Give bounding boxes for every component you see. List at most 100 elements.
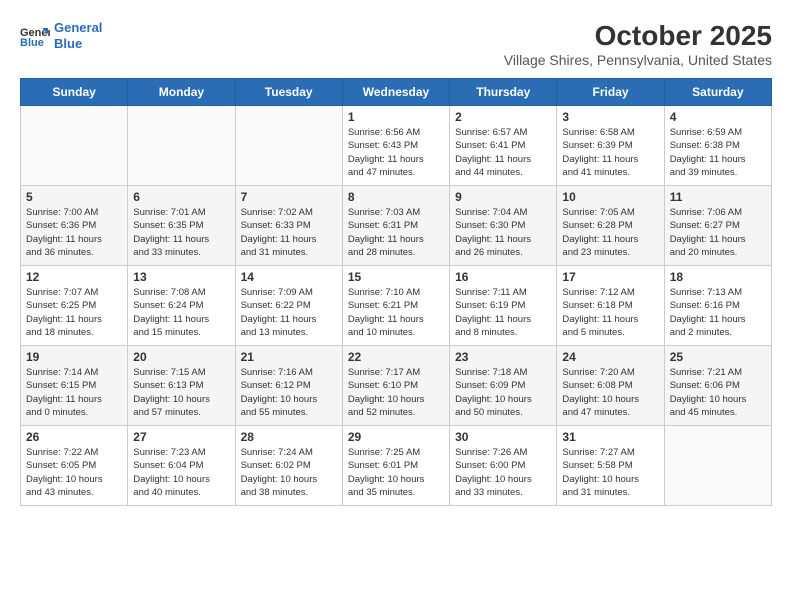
calendar-cell: 29 Sunrise: 7:25 AMSunset: 6:01 PMDayligh…	[342, 426, 449, 506]
calendar-cell	[128, 106, 235, 186]
day-info: Sunrise: 6:59 AMSunset: 6:38 PMDaylight:…	[670, 126, 766, 179]
calendar-cell: 4 Sunrise: 6:59 AMSunset: 6:38 PMDaylight…	[664, 106, 771, 186]
day-info: Sunrise: 7:02 AMSunset: 6:33 PMDaylight:…	[241, 206, 337, 259]
day-info: Sunrise: 7:18 AMSunset: 6:09 PMDaylight:…	[455, 366, 551, 419]
day-number: 20	[133, 350, 229, 364]
weekday-header-tuesday: Tuesday	[235, 79, 342, 106]
calendar-cell: 18Sunrise: 7:13 AMSunset: 6:16 PMDayligh…	[664, 266, 771, 346]
calendar-cell: 5 Sunrise: 7:00 AMSunset: 6:36 PMDaylight…	[21, 186, 128, 266]
day-info: Sunrise: 7:10 AMSunset: 6:21 PMDaylight:…	[348, 286, 444, 339]
day-info: Sunrise: 7:05 AMSunset: 6:28 PMDaylight:…	[562, 206, 658, 259]
day-info: Sunrise: 7:01 AMSunset: 6:35 PMDaylight:…	[133, 206, 229, 259]
day-number: 21	[241, 350, 337, 364]
day-info: Sunrise: 7:04 AMSunset: 6:30 PMDaylight:…	[455, 206, 551, 259]
week-row-1: 1Sunrise: 6:56 AMSunset: 6:43 PMDaylight…	[21, 106, 772, 186]
day-info: Sunrise: 7:20 AMSunset: 6:08 PMDaylight:…	[562, 366, 658, 419]
calendar-cell: 15 Sunrise: 7:10 AMSunset: 6:21 PMDayligh…	[342, 266, 449, 346]
day-number: 29	[348, 430, 444, 444]
day-info: Sunrise: 7:08 AMSunset: 6:24 PMDaylight:…	[133, 286, 229, 339]
day-number: 25	[670, 350, 766, 364]
calendar-cell: 11 Sunrise: 7:06 AMSunset: 6:27 PMDayligh…	[664, 186, 771, 266]
weekday-header-thursday: Thursday	[450, 79, 557, 106]
calendar-cell: 8Sunrise: 7:03 AMSunset: 6:31 PMDaylight…	[342, 186, 449, 266]
day-info: Sunrise: 7:07 AMSunset: 6:25 PMDaylight:…	[26, 286, 122, 339]
week-row-2: 5 Sunrise: 7:00 AMSunset: 6:36 PMDaylight…	[21, 186, 772, 266]
day-number: 9	[455, 190, 551, 204]
calendar-cell: 14Sunrise: 7:09 AMSunset: 6:22 PMDayligh…	[235, 266, 342, 346]
day-number: 12	[26, 270, 122, 284]
calendar-cell: 2 Sunrise: 6:57 AMSunset: 6:41 PMDaylight…	[450, 106, 557, 186]
calendar-cell: 24 Sunrise: 7:20 AMSunset: 6:08 PMDayligh…	[557, 346, 664, 426]
day-number: 3	[562, 110, 658, 124]
day-number: 26	[26, 430, 122, 444]
day-number: 22	[348, 350, 444, 364]
day-number: 19	[26, 350, 122, 364]
day-number: 5	[26, 190, 122, 204]
calendar-cell	[235, 106, 342, 186]
day-number: 15	[348, 270, 444, 284]
calendar-cell: 13 Sunrise: 7:08 AMSunset: 6:24 PMDayligh…	[128, 266, 235, 346]
day-number: 28	[241, 430, 337, 444]
weekday-header-sunday: Sunday	[21, 79, 128, 106]
day-info: Sunrise: 7:12 AMSunset: 6:18 PMDaylight:…	[562, 286, 658, 339]
day-info: Sunrise: 7:00 AMSunset: 6:36 PMDaylight:…	[26, 206, 122, 259]
day-number: 23	[455, 350, 551, 364]
day-number: 11	[670, 190, 766, 204]
calendar-cell: 10 Sunrise: 7:05 AMSunset: 6:28 PMDayligh…	[557, 186, 664, 266]
day-number: 6	[133, 190, 229, 204]
calendar-cell: 28 Sunrise: 7:24 AMSunset: 6:02 PMDayligh…	[235, 426, 342, 506]
day-number: 27	[133, 430, 229, 444]
calendar-cell: 25 Sunrise: 7:21 AMSunset: 6:06 PMDayligh…	[664, 346, 771, 426]
day-info: Sunrise: 6:57 AMSunset: 6:41 PMDaylight:…	[455, 126, 551, 179]
calendar-cell: 23 Sunrise: 7:18 AMSunset: 6:09 PMDayligh…	[450, 346, 557, 426]
day-number: 2	[455, 110, 551, 124]
day-info: Sunrise: 7:21 AMSunset: 6:06 PMDaylight:…	[670, 366, 766, 419]
day-number: 31	[562, 430, 658, 444]
svg-text:Blue: Blue	[20, 37, 44, 48]
logo: General Blue General Blue	[20, 20, 102, 51]
calendar-cell: 31Sunrise: 7:27 AMSunset: 5:58 PMDayligh…	[557, 426, 664, 506]
calendar-cell: 16Sunrise: 7:11 AMSunset: 6:19 PMDayligh…	[450, 266, 557, 346]
calendar-cell: 22Sunrise: 7:17 AMSunset: 6:10 PMDayligh…	[342, 346, 449, 426]
page-header: General Blue General Blue October 2025 V…	[20, 20, 772, 68]
calendar-cell	[21, 106, 128, 186]
month-title: October 2025	[504, 20, 772, 52]
calendar-cell: 19 Sunrise: 7:14 AMSunset: 6:15 PMDayligh…	[21, 346, 128, 426]
day-number: 30	[455, 430, 551, 444]
day-number: 13	[133, 270, 229, 284]
day-info: Sunrise: 7:22 AMSunset: 6:05 PMDaylight:…	[26, 446, 122, 499]
day-number: 1	[348, 110, 444, 124]
calendar-cell: 26 Sunrise: 7:22 AMSunset: 6:05 PMDayligh…	[21, 426, 128, 506]
calendar-cell: 9 Sunrise: 7:04 AMSunset: 6:30 PMDaylight…	[450, 186, 557, 266]
day-info: Sunrise: 7:14 AMSunset: 6:15 PMDaylight:…	[26, 366, 122, 419]
day-info: Sunrise: 7:03 AMSunset: 6:31 PMDaylight:…	[348, 206, 444, 259]
day-number: 18	[670, 270, 766, 284]
weekday-header-wednesday: Wednesday	[342, 79, 449, 106]
weekday-header-monday: Monday	[128, 79, 235, 106]
day-number: 7	[241, 190, 337, 204]
calendar-cell: 12 Sunrise: 7:07 AMSunset: 6:25 PMDayligh…	[21, 266, 128, 346]
day-info: Sunrise: 7:25 AMSunset: 6:01 PMDaylight:…	[348, 446, 444, 499]
title-section: October 2025 Village Shires, Pennsylvani…	[504, 20, 772, 68]
day-number: 17	[562, 270, 658, 284]
day-number: 14	[241, 270, 337, 284]
logo-icon: General Blue	[20, 24, 50, 48]
day-info: Sunrise: 7:23 AMSunset: 6:04 PMDaylight:…	[133, 446, 229, 499]
day-info: Sunrise: 7:24 AMSunset: 6:02 PMDaylight:…	[241, 446, 337, 499]
location-title: Village Shires, Pennsylvania, United Sta…	[504, 52, 772, 68]
calendar-cell: 1Sunrise: 6:56 AMSunset: 6:43 PMDaylight…	[342, 106, 449, 186]
calendar-cell: 7 Sunrise: 7:02 AMSunset: 6:33 PMDaylight…	[235, 186, 342, 266]
day-info: Sunrise: 7:26 AMSunset: 6:00 PMDaylight:…	[455, 446, 551, 499]
calendar-cell: 20Sunrise: 7:15 AMSunset: 6:13 PMDayligh…	[128, 346, 235, 426]
calendar-table: SundayMondayTuesdayWednesdayThursdayFrid…	[20, 78, 772, 506]
day-number: 4	[670, 110, 766, 124]
day-number: 10	[562, 190, 658, 204]
week-row-4: 19 Sunrise: 7:14 AMSunset: 6:15 PMDayligh…	[21, 346, 772, 426]
day-info: Sunrise: 7:06 AMSunset: 6:27 PMDaylight:…	[670, 206, 766, 259]
calendar-cell: 6 Sunrise: 7:01 AMSunset: 6:35 PMDaylight…	[128, 186, 235, 266]
weekday-header-row: SundayMondayTuesdayWednesdayThursdayFrid…	[21, 79, 772, 106]
calendar-cell: 27 Sunrise: 7:23 AMSunset: 6:04 PMDayligh…	[128, 426, 235, 506]
day-number: 24	[562, 350, 658, 364]
day-info: Sunrise: 7:16 AMSunset: 6:12 PMDaylight:…	[241, 366, 337, 419]
calendar-cell: 3Sunrise: 6:58 AMSunset: 6:39 PMDaylight…	[557, 106, 664, 186]
